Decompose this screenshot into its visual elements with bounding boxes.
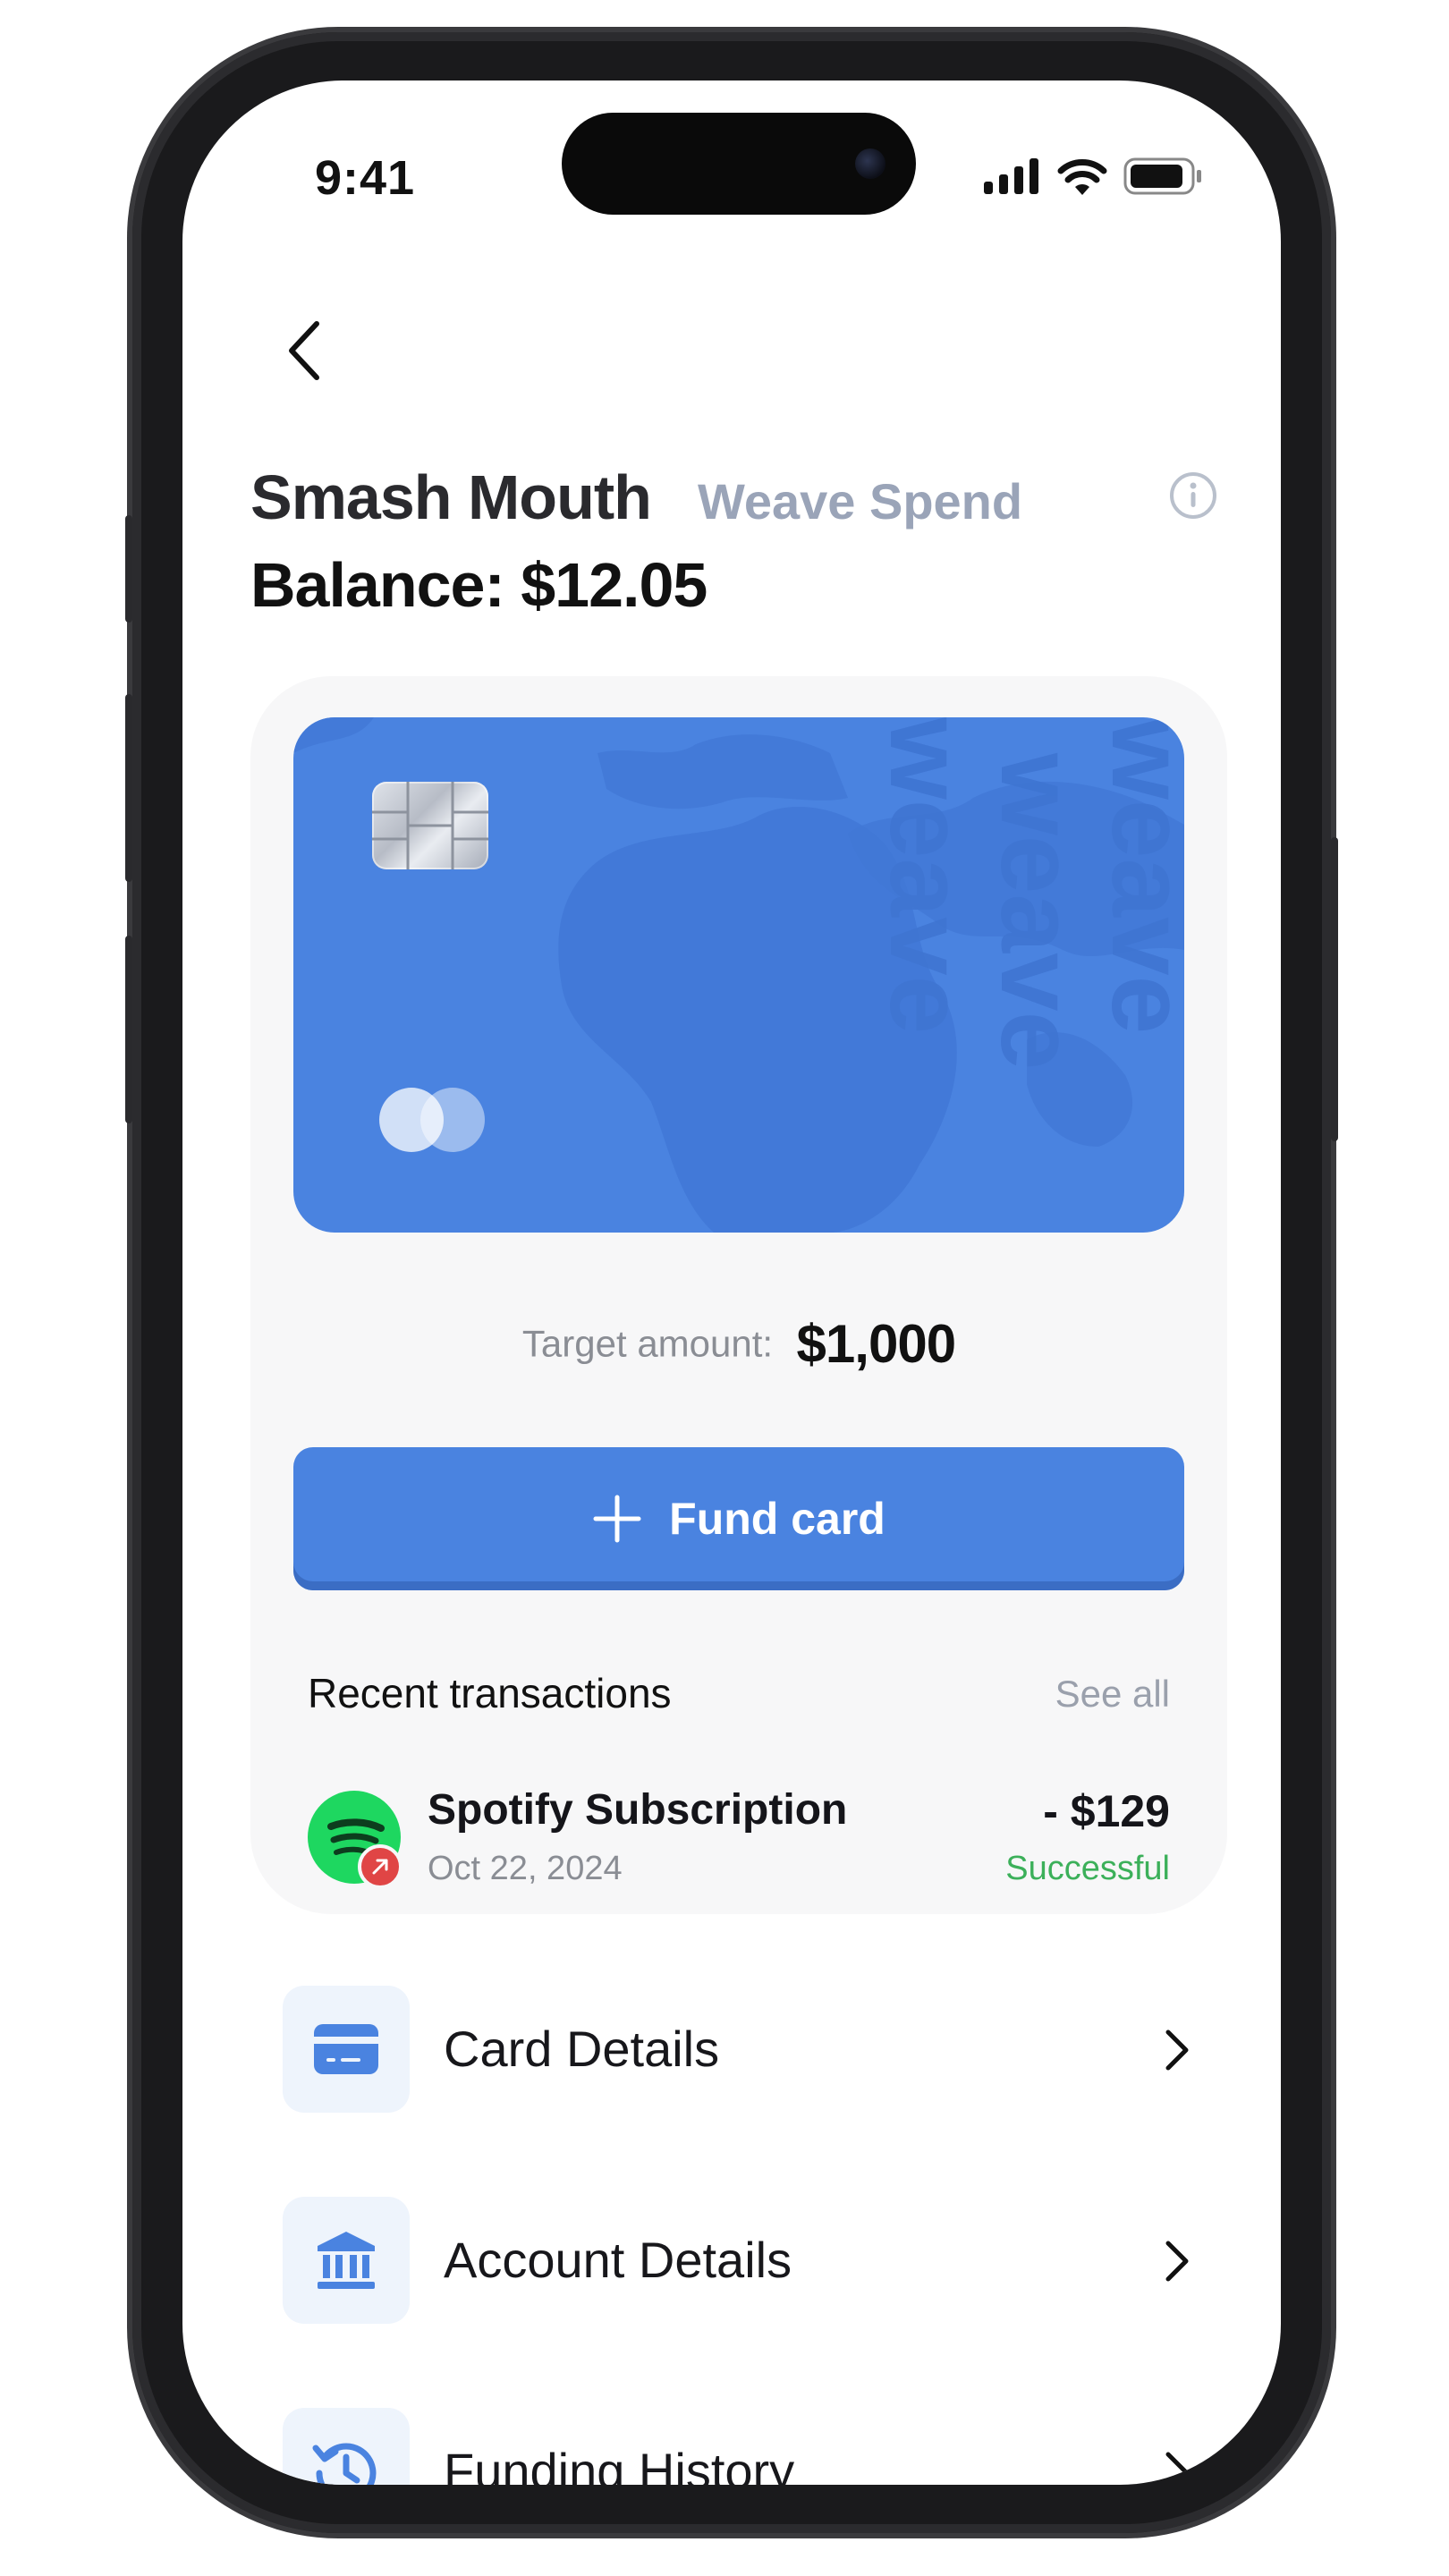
- card-icon: [283, 1986, 410, 2113]
- fund-card-label: Fund card: [669, 1494, 886, 1544]
- phone-frame: 9:41 Smash Mouth Weave Spend Balance: $1…: [125, 32, 1338, 2533]
- transaction-amount: - $129: [1043, 1786, 1170, 1836]
- menu-item-label: Funding History: [444, 2443, 795, 2485]
- volume-up-button: [125, 694, 132, 882]
- title-row: Smash Mouth Weave Spend: [250, 462, 1218, 542]
- info-icon[interactable]: [1168, 470, 1218, 521]
- menu-item-label: Account Details: [444, 2232, 792, 2288]
- card-watermark-1: weave: [868, 717, 986, 1034]
- menu-item-label: Card Details: [444, 2021, 720, 2077]
- card-watermark-3: weave: [1089, 717, 1184, 1034]
- action-button: [125, 515, 132, 623]
- target-amount-value: $1,000: [796, 1314, 957, 1374]
- transaction-name: Spotify Subscription: [428, 1786, 848, 1834]
- card-watermark-2: weave: [979, 752, 1097, 1070]
- screen: 9:41 Smash Mouth Weave Spend Balance: $1…: [182, 80, 1281, 2485]
- recent-transactions-header: Recent transactions See all: [308, 1669, 1170, 1723]
- menu-item-funding-history[interactable]: Funding History: [283, 2408, 1195, 2485]
- signal-icon: [984, 158, 1038, 194]
- battery-icon: [1123, 157, 1201, 195]
- bank-icon: [283, 2197, 410, 2324]
- card-holder-name: Smash Mouth: [250, 462, 652, 532]
- target-amount-row: Target amount: $1,000: [250, 1313, 1227, 1375]
- see-all-link[interactable]: See all: [1055, 1673, 1170, 1716]
- status-time: 9:41: [315, 151, 416, 205]
- history-icon: [283, 2408, 410, 2485]
- power-button: [1331, 837, 1338, 1141]
- transaction-row[interactable]: Spotify Subscription Oct 22, 2024 - $129…: [308, 1786, 1170, 1898]
- card-panel: weave weave weave Target amount: $1,000: [250, 676, 1227, 1914]
- back-chevron-icon[interactable]: [279, 315, 333, 386]
- fund-card-button[interactable]: Fund card: [293, 1447, 1184, 1590]
- target-amount-label: Target amount:: [521, 1322, 774, 1365]
- status-icons: [984, 157, 1204, 195]
- balance: Balance: $12.05: [250, 550, 708, 620]
- outgoing-arrow-icon: [358, 1844, 402, 1889]
- plus-icon: [593, 1495, 641, 1543]
- wifi-icon: [1057, 159, 1107, 195]
- chevron-right-icon: [1165, 2452, 1189, 2485]
- menu-item-card-details[interactable]: Card Details: [283, 1986, 1195, 2113]
- camera-lens-icon: [855, 148, 886, 179]
- debit-card[interactable]: weave weave weave: [293, 717, 1184, 1233]
- transaction-status: Successful: [1005, 1850, 1170, 1887]
- transaction-date: Oct 22, 2024: [428, 1850, 623, 1887]
- dynamic-island: [562, 113, 916, 215]
- card-network-logo-icon: [379, 1088, 487, 1152]
- chevron-right-icon: [1165, 2241, 1189, 2282]
- card-product-name: Weave Spend: [698, 473, 1023, 530]
- recent-transactions-title: Recent transactions: [308, 1670, 672, 1716]
- chevron-right-icon: [1165, 2029, 1189, 2071]
- volume-down-button: [125, 936, 132, 1123]
- card-chip-icon: [372, 782, 488, 869]
- menu-item-account-details[interactable]: Account Details: [283, 2197, 1195, 2324]
